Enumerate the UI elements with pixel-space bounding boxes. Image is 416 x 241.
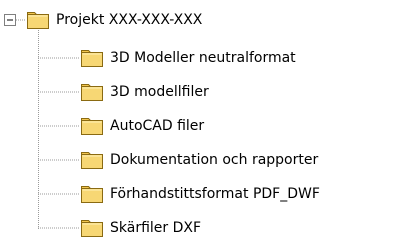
folder-icon [81, 84, 103, 101]
folder-icon [81, 152, 103, 169]
tree-node-label: Dokumentation och rapporter [110, 152, 319, 168]
folder-icon [27, 12, 49, 29]
tree-node-label: AutoCAD filer [110, 118, 205, 134]
tree-node-label: Projekt XXX-XXX-XXX [56, 12, 203, 28]
folder-icon [81, 220, 103, 237]
folder-icon [81, 50, 103, 67]
folder-tree: Projekt XXX-XXX-XXX 3D Modeller neutralf… [0, 0, 416, 241]
tree-node-label: Skärfiler DXF [110, 220, 202, 236]
tree-node-label: 3D Modeller neutralformat [110, 50, 296, 66]
tree-node-child[interactable]: 3D modellfiler [80, 80, 209, 104]
tree-node-root[interactable]: Projekt XXX-XXX-XXX [26, 8, 202, 32]
tree-node-child[interactable]: Skärfiler DXF [80, 216, 201, 240]
tree-node-child[interactable]: 3D Modeller neutralformat [80, 46, 296, 70]
tree-node-label: 3D modellfiler [110, 84, 209, 100]
folder-icon [81, 118, 103, 135]
tree-node-label: Förhandstittsformat PDF_DWF [110, 186, 320, 202]
tree-node-child[interactable]: Förhandstittsformat PDF_DWF [80, 182, 320, 206]
tree-node-child[interactable]: AutoCAD filer [80, 114, 204, 138]
tree-node-child[interactable]: Dokumentation och rapporter [80, 148, 318, 172]
collapse-icon[interactable] [4, 14, 16, 26]
folder-icon [81, 186, 103, 203]
